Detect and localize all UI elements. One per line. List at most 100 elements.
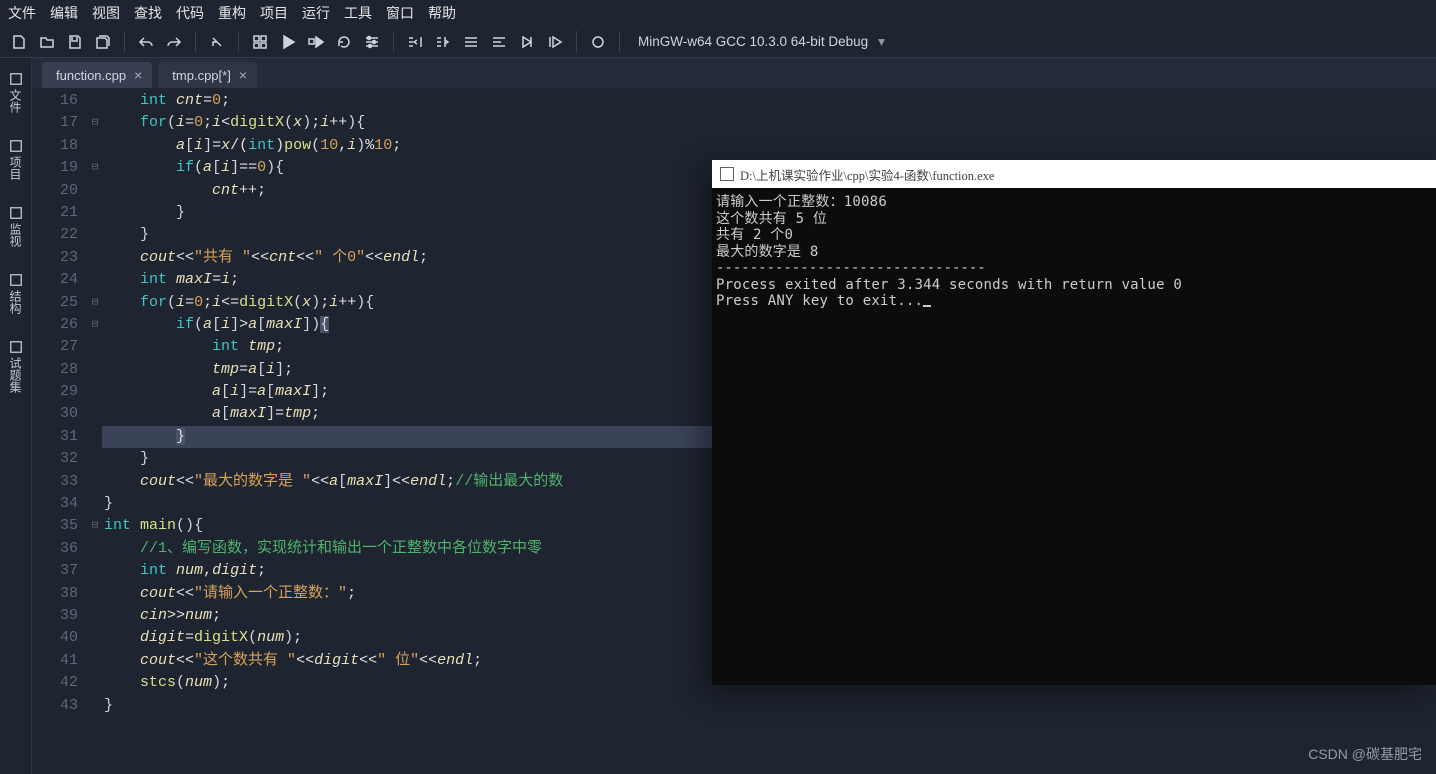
code-line[interactable]: cnt++;	[104, 180, 1436, 202]
code-line[interactable]: int cnt=0;	[104, 90, 1436, 112]
fold-toggle[interactable]	[88, 135, 102, 157]
line-number[interactable]: 29	[32, 381, 78, 403]
fold-toggle[interactable]	[88, 583, 102, 605]
fold-toggle[interactable]	[88, 359, 102, 381]
fold-toggle[interactable]: ⊟	[88, 157, 102, 179]
line-number[interactable]: 19	[32, 157, 78, 179]
line-number[interactable]: 22	[32, 224, 78, 246]
line-number[interactable]: 28	[32, 359, 78, 381]
line-number[interactable]: 21	[32, 202, 78, 224]
code-line[interactable]: a[i]=a[maxI];	[104, 381, 1436, 403]
code-line[interactable]: for(i=0;i<=digitX(x);i++){	[104, 292, 1436, 314]
fold-toggle[interactable]: ⊟	[88, 112, 102, 134]
menu-项目[interactable]: 项目	[260, 3, 288, 23]
line-number[interactable]: 39	[32, 605, 78, 627]
code-line[interactable]: if(a[i]==0){	[104, 157, 1436, 179]
code-line[interactable]: }	[104, 493, 1436, 515]
line-number[interactable]: 36	[32, 538, 78, 560]
uncomment-button[interactable]	[488, 31, 510, 53]
new-file-button[interactable]	[8, 31, 30, 53]
tab-tmp.cpp[*][interactable]: tmp.cpp[*]×	[158, 62, 257, 88]
code-line[interactable]: }	[104, 426, 1436, 448]
menu-编辑[interactable]: 编辑	[50, 3, 78, 23]
undo-button[interactable]	[135, 31, 157, 53]
save-button[interactable]	[64, 31, 86, 53]
line-number[interactable]: 27	[32, 336, 78, 358]
tab-function.cpp[interactable]: function.cpp×	[42, 62, 152, 88]
close-icon[interactable]: ×	[134, 67, 142, 83]
rail-试题集[interactable]: 试题集	[7, 334, 24, 399]
line-number[interactable]: 43	[32, 695, 78, 717]
code-line[interactable]: cout<<"请输入一个正整数：";	[104, 583, 1436, 605]
line-number[interactable]: 40	[32, 627, 78, 649]
code-line[interactable]: cout<<"最大的数字是 "<<a[maxI]<<endl;//输出最大的数	[104, 471, 1436, 493]
fold-toggle[interactable]	[88, 672, 102, 694]
menu-查找[interactable]: 查找	[134, 3, 162, 23]
code-line[interactable]: int tmp;	[104, 336, 1436, 358]
code-line[interactable]: a[i]=x/(int)pow(10,i)%10;	[104, 135, 1436, 157]
menu-代码[interactable]: 代码	[176, 3, 204, 23]
line-number[interactable]: 35	[32, 515, 78, 537]
fold-toggle[interactable]	[88, 493, 102, 515]
options-button[interactable]	[361, 31, 383, 53]
menu-工具[interactable]: 工具	[344, 3, 372, 23]
fold-toggle[interactable]	[88, 403, 102, 425]
code-line[interactable]: tmp=a[i];	[104, 359, 1436, 381]
fold-toggle[interactable]	[88, 650, 102, 672]
indent-dec-button[interactable]	[404, 31, 426, 53]
fold-toggle[interactable]	[88, 90, 102, 112]
fold-toggle[interactable]	[88, 247, 102, 269]
line-number[interactable]: 33	[32, 471, 78, 493]
menu-重构[interactable]: 重构	[218, 3, 246, 23]
compiler-selector[interactable]: MinGW-w64 GCC 10.3.0 64-bit Debug ▾	[638, 34, 885, 50]
line-number[interactable]: 20	[32, 180, 78, 202]
line-number[interactable]: 41	[32, 650, 78, 672]
fold-toggle[interactable]	[88, 560, 102, 582]
line-number[interactable]: 16	[32, 90, 78, 112]
fold-toggle[interactable]	[88, 202, 102, 224]
fold-toggle[interactable]: ⊟	[88, 515, 102, 537]
line-number[interactable]: 26	[32, 314, 78, 336]
redo-button[interactable]	[163, 31, 185, 53]
line-number[interactable]: 25	[32, 292, 78, 314]
code-line[interactable]: if(a[i]>a[maxI]){	[104, 314, 1436, 336]
locate-button[interactable]	[206, 31, 228, 53]
line-number[interactable]: 30	[32, 403, 78, 425]
fold-toggle[interactable]	[88, 426, 102, 448]
code-line[interactable]: }	[104, 448, 1436, 470]
code-line[interactable]: for(i=0;i<digitX(x);i++){	[104, 112, 1436, 134]
fold-toggle[interactable]	[88, 605, 102, 627]
line-number[interactable]: 17	[32, 112, 78, 134]
code-line[interactable]: int maxI=i;	[104, 269, 1436, 291]
line-number[interactable]: 34	[32, 493, 78, 515]
line-number[interactable]: 42	[32, 672, 78, 694]
indent-inc-button[interactable]	[432, 31, 454, 53]
code-line[interactable]: a[maxI]=tmp;	[104, 403, 1436, 425]
fold-toggle[interactable]	[88, 269, 102, 291]
code-line[interactable]: stcs(num);	[104, 672, 1436, 694]
rail-文件[interactable]: 文件	[7, 66, 24, 119]
line-number[interactable]: 31	[32, 426, 78, 448]
close-icon[interactable]: ×	[239, 67, 247, 83]
menu-窗口[interactable]: 窗口	[386, 3, 414, 23]
rail-监视[interactable]: 监视	[7, 200, 24, 253]
step-button[interactable]	[544, 31, 566, 53]
code-line[interactable]: }	[104, 202, 1436, 224]
code-line[interactable]: cout<<"共有 "<<cnt<<" 个0"<<endl;	[104, 247, 1436, 269]
fold-toggle[interactable]	[88, 180, 102, 202]
compile-run-button[interactable]	[305, 31, 327, 53]
line-number[interactable]: 37	[32, 560, 78, 582]
breakpoint-button[interactable]	[587, 31, 609, 53]
fold-toggle[interactable]	[88, 336, 102, 358]
fold-toggle[interactable]	[88, 627, 102, 649]
rail-项目[interactable]: 项目	[7, 133, 24, 186]
fold-toggle[interactable]	[88, 471, 102, 493]
debug-button[interactable]	[516, 31, 538, 53]
code-line[interactable]: int num,digit;	[104, 560, 1436, 582]
comment-button[interactable]	[460, 31, 482, 53]
code-line[interactable]: cout<<"这个数共有 "<<digit<<" 位"<<endl;	[104, 650, 1436, 672]
code-line[interactable]: int main(){	[104, 515, 1436, 537]
line-number[interactable]: 18	[32, 135, 78, 157]
line-number[interactable]: 23	[32, 247, 78, 269]
code-line[interactable]: }	[104, 224, 1436, 246]
